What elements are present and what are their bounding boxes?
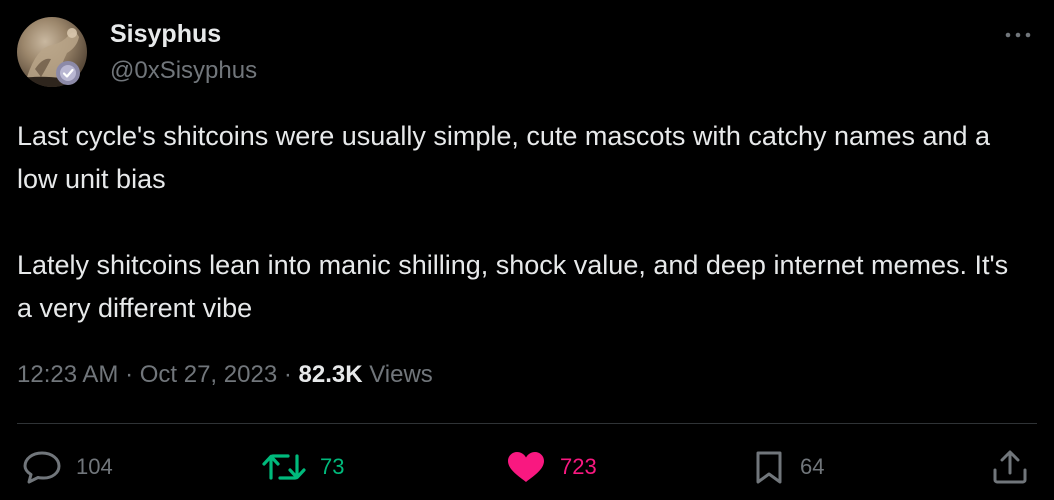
views-label: Views (362, 361, 433, 388)
tweet-meta: 12:23 AM · Oct 27, 2023 · 82.3K Views (17, 361, 433, 389)
retweet-button[interactable]: 73 (262, 447, 344, 487)
reply-button[interactable]: 104 (22, 447, 113, 487)
verified-icon (55, 60, 81, 86)
tweet-date[interactable]: Oct 27, 2023 (140, 361, 277, 388)
tweet-paragraph: Lately shitcoins lean into manic shillin… (17, 250, 1009, 323)
share-icon (993, 450, 1027, 484)
user-handle[interactable]: @0xSisyphus (110, 57, 257, 85)
meta-separator: · (277, 361, 299, 388)
display-name[interactable]: Sisyphus (110, 20, 221, 49)
retweet-count: 73 (320, 454, 345, 479)
tweet-text: Last cycle's shitcoins were usually simp… (17, 115, 1027, 330)
like-count: 723 (560, 454, 597, 479)
divider (17, 423, 1037, 424)
like-icon (508, 452, 544, 482)
reply-icon (23, 451, 61, 484)
share-button[interactable] (990, 447, 1030, 487)
bookmark-count: 64 (800, 454, 825, 479)
meta-separator: · (118, 361, 140, 388)
views-count: 82.3K (298, 361, 363, 388)
retweet-icon (262, 454, 306, 480)
tweet-paragraph: Last cycle's shitcoins were usually simp… (17, 121, 991, 194)
more-button[interactable] (998, 20, 1038, 50)
reply-count: 104 (76, 454, 113, 479)
like-button[interactable]: 723 (506, 447, 597, 487)
more-icon (1005, 32, 1031, 38)
bookmark-button[interactable]: 64 (752, 447, 824, 487)
tweet-time[interactable]: 12:23 AM (17, 361, 118, 388)
bookmark-icon (756, 451, 782, 484)
